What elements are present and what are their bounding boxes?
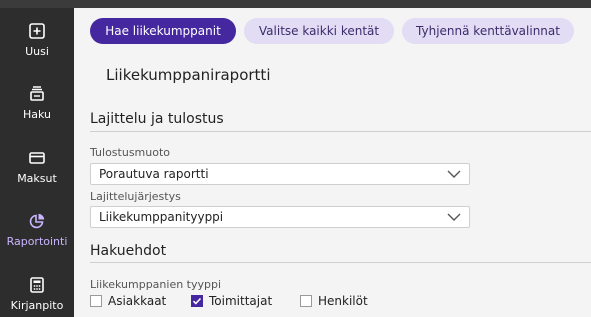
search-stack-icon bbox=[30, 86, 44, 101]
calculator-icon bbox=[30, 277, 44, 293]
section-title-criteria: Hakuehdot bbox=[90, 243, 167, 259]
plus-square-icon bbox=[29, 23, 45, 39]
divider bbox=[90, 131, 591, 132]
sidebar-item-haku[interactable]: Haku bbox=[0, 85, 74, 121]
sidebar-item-kirjanpito[interactable]: Kirjanpito bbox=[0, 276, 74, 312]
sidebar-item-label: Uusi bbox=[25, 45, 49, 58]
sidebar-item-maksut[interactable]: Maksut bbox=[0, 149, 74, 185]
page-title: Liikekumppaniraportti bbox=[106, 66, 271, 84]
checkbox-asiakkaat[interactable]: Asiakkaat bbox=[90, 294, 166, 308]
main-content: Hae liikekumppanit Valitse kaikki kentät… bbox=[74, 8, 591, 317]
checkbox-box[interactable] bbox=[300, 295, 312, 307]
sort-order-select[interactable]: Liikekumppanityyppi bbox=[90, 206, 470, 228]
divider bbox=[90, 262, 591, 263]
sidebar-item-label: Raportointi bbox=[6, 235, 68, 248]
checkbox-box[interactable] bbox=[191, 295, 203, 307]
chevron-down-icon bbox=[447, 170, 461, 178]
checkbox-toimittajat[interactable]: Toimittajat bbox=[191, 294, 272, 308]
chevron-down-icon bbox=[447, 213, 461, 221]
checkmark-icon bbox=[192, 297, 202, 305]
checkbox-label: Henkilöt bbox=[318, 294, 368, 308]
pie-chart-icon bbox=[29, 213, 45, 229]
sidebar-item-raportointi[interactable]: Raportointi bbox=[0, 212, 74, 248]
fetch-partners-button[interactable]: Hae liikekumppanit bbox=[90, 18, 236, 44]
sort-order-label: Lajittelujärjestys bbox=[90, 190, 181, 203]
select-all-fields-button[interactable]: Valitse kaikki kentät bbox=[244, 18, 394, 44]
card-icon bbox=[29, 152, 45, 164]
sidebar-item-label: Kirjanpito bbox=[10, 299, 64, 312]
checkbox-label: Asiakkaat bbox=[108, 294, 167, 308]
output-format-value: Porautuva raportti bbox=[99, 167, 209, 181]
section-title-sorting: Lajittelu ja tulostus bbox=[90, 111, 224, 127]
output-format-select[interactable]: Porautuva raportti bbox=[90, 163, 470, 185]
checkbox-box[interactable] bbox=[90, 295, 102, 307]
sidebar-item-label: Maksut bbox=[17, 172, 57, 185]
sidebar-item-uusi[interactable]: Uusi bbox=[0, 22, 74, 58]
sidebar-item-label: Haku bbox=[22, 108, 51, 121]
sort-order-value: Liikekumppanityyppi bbox=[99, 210, 224, 224]
partner-type-label: Liikekumppanien tyyppi bbox=[90, 278, 222, 291]
checkbox-henkilot[interactable]: Henkilöt bbox=[300, 294, 368, 308]
clear-field-selections-button[interactable]: Tyhjennä kenttävalinnat bbox=[402, 18, 574, 44]
checkbox-label: Toimittajat bbox=[209, 294, 273, 308]
sidebar: Uusi Haku Maksut Raportointi Kirjanpito bbox=[0, 8, 74, 317]
output-format-label: Tulostusmuoto bbox=[90, 146, 171, 159]
top-bar bbox=[0, 0, 591, 8]
